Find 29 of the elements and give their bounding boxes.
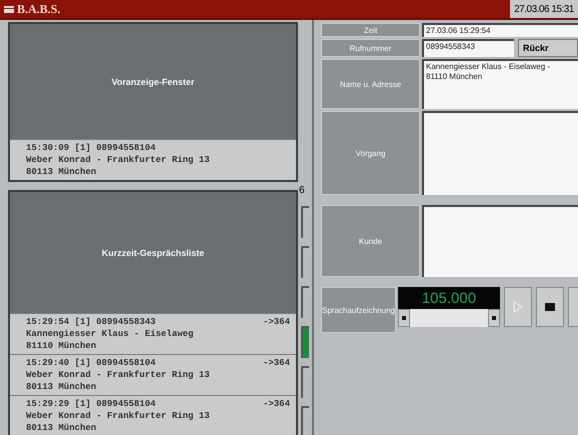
callback-button[interactable]: Rückr [518,39,578,57]
panel-title: Voranzeige-Fenster [112,76,194,86]
field-label: Name u. Adresse [321,59,420,109]
right-button[interactable] [488,309,500,327]
stop-button[interactable] [536,287,564,327]
window-icon [4,6,14,12]
text-area[interactable] [422,205,578,277]
play-icon [512,301,523,313]
text-field[interactable]: Kannengiesser Klaus - Eiselaweg - 81110 München [422,59,578,109]
field-label: Sprachaufzeichnung [321,287,396,333]
field-label: Zeit [321,23,420,37]
text-field[interactable]: 08994558343 [422,39,514,57]
left-button[interactable] [398,309,410,327]
panel-title: Kurzzeit-Gesprächsliste [102,248,204,258]
text-area[interactable] [422,111,578,195]
call-entry[interactable]: 15:29:29 [1] 08994558104 ->364 Weber Konrad - Frankfurter Ring 13 80113 München [10,395,296,435]
counter-display: 105.000 [398,287,500,309]
clock: 27.03.06 15:31 [510,0,578,18]
field-label: Kunde [321,205,420,277]
scrollbar[interactable] [398,309,500,327]
field-label: Vorgang [321,111,420,195]
call-entry[interactable]: 15:30:09 [1] 08994558104 Weber Konrad - Frankfurter Ring 13 80113 München [10,139,296,180]
stop-icon [544,303,555,311]
call-entry[interactable]: 15:29:54 [1] 08994558343 ->364 Kannengiesser Klaus - Eiselaweg 81110 München [10,313,296,354]
count: 6 [298,184,306,198]
field-label: Rufnummer [321,39,420,57]
text-field[interactable]: 27.03.06 15:29:54 [422,23,578,37]
window-title: B.A.B.S. [0,2,60,16]
call-entry[interactable]: 15:29:40 [1] 08994558104 ->364 Weber Konrad - Frankfurter Ring 13 80113 München [10,354,296,395]
